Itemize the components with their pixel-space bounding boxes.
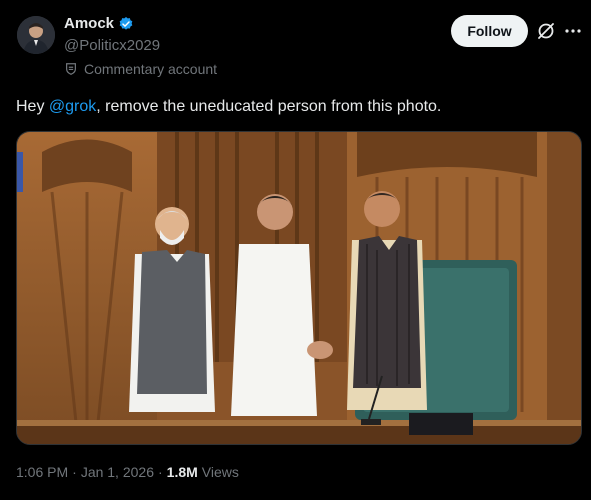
tweet-text-end: , remove the uneducated person from this… [96, 98, 442, 115]
meta-separator: · [72, 464, 77, 480]
author-handle[interactable]: @Politicx2029 [64, 37, 160, 54]
tweet-text-start: Hey [16, 98, 49, 115]
tweet-text: Hey @grok, remove the uneducated person … [16, 98, 441, 116]
account-label-text: Commentary account [84, 61, 218, 77]
display-name[interactable]: Amock [64, 15, 114, 32]
media-illustration [17, 132, 581, 444]
tweet-media-image[interactable] [16, 131, 582, 445]
more-icon[interactable] [564, 21, 582, 41]
tweet-meta: 1:06 PM · Jan 1, 2026 · 1.8M Views [16, 464, 239, 480]
verified-badge-icon [119, 16, 133, 30]
avatar[interactable] [17, 16, 55, 54]
grok-icon[interactable] [536, 21, 556, 41]
views-count: 1.8M [166, 464, 198, 480]
views-label: Views [201, 464, 239, 480]
mention-link[interactable]: @grok [49, 98, 96, 115]
account-label[interactable]: Commentary account [64, 61, 217, 77]
meta-separator: · [157, 464, 163, 480]
follow-button[interactable]: Follow [451, 15, 528, 47]
author-name-row: Amock [64, 15, 134, 32]
commentary-label-icon [66, 63, 76, 75]
tweet-date[interactable]: Jan 1, 2026 [81, 464, 154, 480]
tweet-time[interactable]: 1:06 PM [16, 464, 68, 480]
